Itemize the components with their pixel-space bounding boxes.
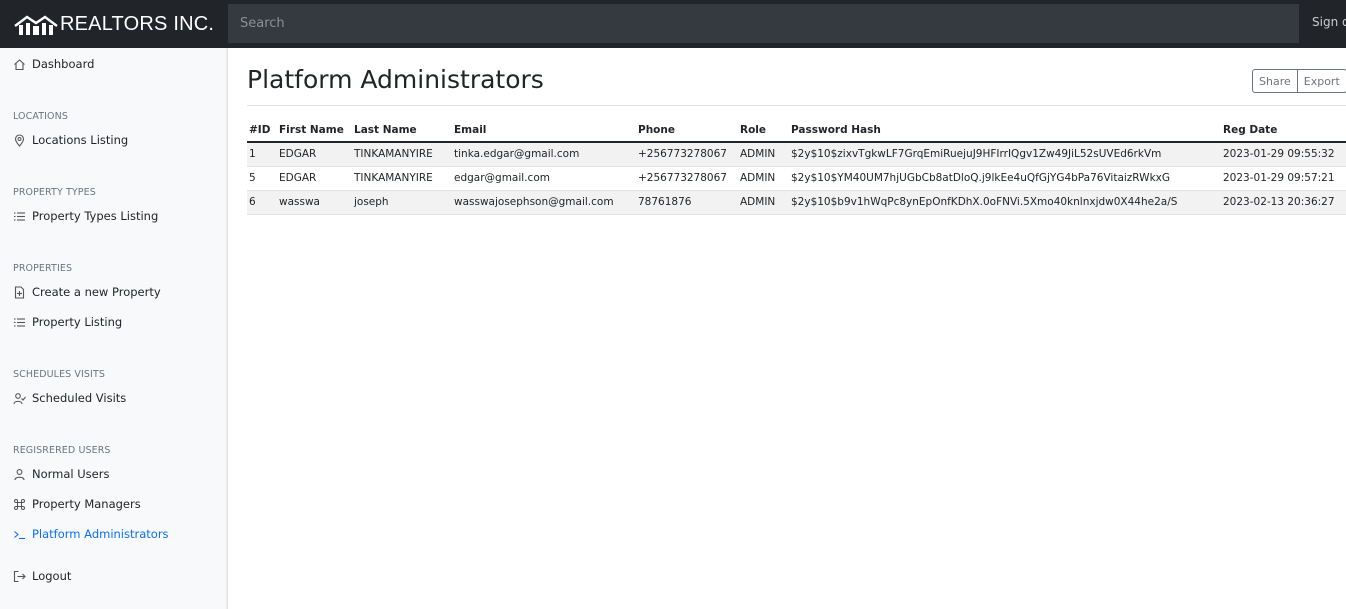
- column-header-phone: Phone: [636, 118, 738, 143]
- list-icon: [13, 210, 26, 223]
- cell-last-name: TINKAMANYIRE: [352, 142, 452, 167]
- logout-icon: [13, 570, 26, 583]
- sidebar-heading-property-types: PROPERTY TYPES: [13, 187, 96, 198]
- cell-phone: +256773278067: [636, 166, 738, 191]
- column-header-email: Email: [452, 118, 636, 143]
- sidebar-item-label: Dashboard: [32, 57, 95, 71]
- cell-password-hash: $2y$10$b9v1hWqPc8ynEpOnfKDhX.0oFNVi.5Xmo…: [789, 190, 1221, 215]
- sidebar-heading-properties: PROPERTIES: [13, 263, 73, 274]
- sidebar: Dashboard LOCATIONS Locations Listing PR…: [0, 48, 228, 609]
- sidebar-item-logout[interactable]: Logout: [13, 569, 71, 583]
- map-pin-icon: [13, 133, 26, 147]
- divider: [247, 105, 1346, 106]
- administrators-table: #ID First Name Last Name Email Phone Rol…: [247, 118, 1346, 215]
- user-icon: [13, 468, 26, 481]
- cell-first-name: wasswa: [277, 190, 352, 215]
- sidebar-item-label: Platform Administrators: [32, 527, 169, 541]
- user-check-icon: [13, 392, 26, 405]
- cell-phone: +256773278067: [636, 142, 738, 167]
- table-row: 1 EDGAR TINKAMANYIRE tinka.edgar@gmail.c…: [247, 142, 1346, 167]
- table-row: 5 EDGAR TINKAMANYIRE edgar@gmail.com +25…: [247, 166, 1346, 191]
- sidebar-item-label: Property Types Listing: [32, 209, 159, 223]
- cell-reg-date: 2023-01-29 09:55:32: [1221, 142, 1346, 167]
- cell-first-name: EDGAR: [277, 166, 352, 191]
- sidebar-heading-scheduled-visits: SCHEDULES VISITS: [13, 369, 105, 380]
- sidebar-heading-locations: LOCATIONS: [13, 111, 68, 122]
- sidebar-item-label: Create a new Property: [32, 285, 161, 299]
- list-icon: [13, 316, 26, 329]
- cell-first-name: EDGAR: [277, 142, 352, 167]
- column-header-reg-date: Reg Date: [1221, 118, 1346, 143]
- table-row: 6 wasswa joseph wasswajosephson@gmail.co…: [247, 190, 1346, 215]
- cell-id: 1: [247, 142, 277, 167]
- sidebar-item-label: Scheduled Visits: [32, 391, 127, 405]
- sidebar-item-property-managers[interactable]: Property Managers: [13, 497, 141, 511]
- sidebar-item-scheduled-visits[interactable]: Scheduled Visits: [13, 391, 126, 405]
- cell-email: tinka.edgar@gmail.com: [452, 142, 636, 167]
- column-header-first-name: First Name: [277, 118, 352, 143]
- cell-email: wasswajosephson@gmail.com: [452, 190, 636, 215]
- sidebar-item-property-listing[interactable]: Property Listing: [13, 315, 122, 329]
- sidebar-item-label: Locations Listing: [32, 133, 129, 147]
- cell-id: 6: [247, 190, 277, 215]
- page-title: Platform Administrators: [247, 65, 544, 94]
- sidebar-item-locations-listing[interactable]: Locations Listing: [13, 133, 128, 147]
- column-header-last-name: Last Name: [352, 118, 452, 143]
- sidebar-item-create-property[interactable]: Create a new Property: [13, 285, 161, 299]
- sidebar-heading-registered-users: REGISRERED USERS: [13, 445, 111, 456]
- cell-password-hash: $2y$10$zixvTgkwLF7GrqEmiRuejuJ9HFIrrIQgv…: [789, 142, 1221, 167]
- sidebar-item-normal-users[interactable]: Normal Users: [13, 467, 109, 481]
- share-button[interactable]: Share: [1252, 69, 1298, 93]
- cell-id: 5: [247, 166, 277, 191]
- sidebar-item-platform-administrators[interactable]: Platform Administrators: [13, 527, 169, 541]
- search-bar: [228, 4, 1299, 43]
- sidebar-item-dashboard[interactable]: Dashboard: [13, 57, 94, 71]
- column-header-password-hash: Password Hash: [789, 118, 1221, 143]
- table-header-row: #ID First Name Last Name Email Phone Rol…: [247, 118, 1346, 143]
- cell-reg-date: 2023-01-29 09:57:21: [1221, 166, 1346, 191]
- cell-email: edgar@gmail.com: [452, 166, 636, 191]
- sign-out-link[interactable]: Sign out: [1312, 15, 1346, 29]
- file-plus-icon: [13, 285, 26, 299]
- column-header-role: Role: [738, 118, 789, 143]
- sidebar-item-property-types-listing[interactable]: Property Types Listing: [13, 209, 158, 223]
- cell-last-name: TINKAMANYIRE: [352, 166, 452, 191]
- sidebar-item-label: Normal Users: [32, 467, 110, 481]
- brand-name: REALTORS INC.: [60, 12, 215, 35]
- brand[interactable]: REALTORS INC.: [0, 0, 228, 48]
- cell-reg-date: 2023-02-13 20:36:27: [1221, 190, 1346, 215]
- command-icon: [13, 498, 26, 511]
- column-header-id: #ID: [247, 118, 277, 143]
- cell-password-hash: $2y$10$YM40UM7hjUGbCb8atDloQ.j9lkEe4uQfG…: [789, 166, 1221, 191]
- cell-role: ADMIN: [738, 142, 789, 167]
- sidebar-item-label: Property Listing: [32, 315, 123, 329]
- cell-role: ADMIN: [738, 190, 789, 215]
- sidebar-item-label: Property Managers: [32, 497, 141, 511]
- sidebar-item-label: Logout: [32, 569, 72, 583]
- search-input[interactable]: [228, 4, 1299, 43]
- house-logo-icon: [14, 15, 58, 35]
- main-content: Platform Administrators Share Export #ID…: [228, 48, 1346, 609]
- terminal-icon: [13, 528, 26, 541]
- cell-last-name: joseph: [352, 190, 452, 215]
- home-icon: [13, 58, 26, 71]
- top-navbar: REALTORS INC. Sign out: [0, 0, 1346, 48]
- export-button[interactable]: Export: [1297, 69, 1346, 93]
- cell-role: ADMIN: [738, 166, 789, 191]
- toolbar-button-group: Share Export: [1252, 69, 1346, 93]
- cell-phone: 78761876: [636, 190, 738, 215]
